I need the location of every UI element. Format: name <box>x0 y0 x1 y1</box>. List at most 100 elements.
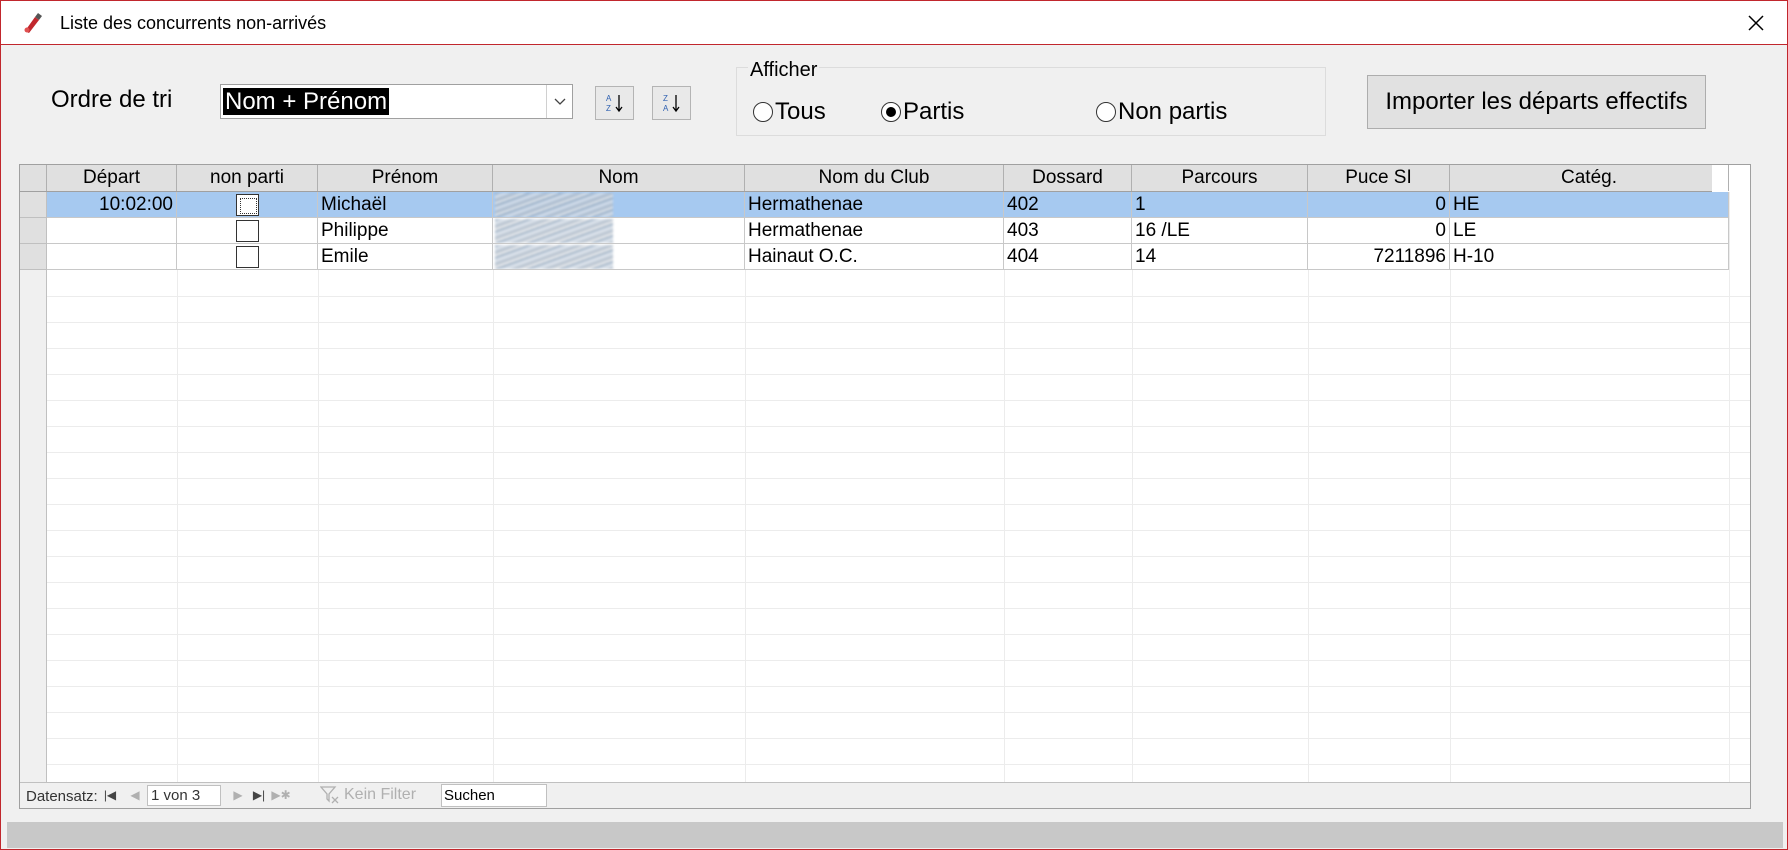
cell-prenom[interactable]: Emile <box>318 244 493 270</box>
column-header-depart[interactable]: Départ <box>47 165 177 191</box>
column-header-non-parti[interactable]: non parti <box>177 165 318 191</box>
grid-line <box>47 296 1750 297</box>
sort-order-label: Ordre de tri <box>51 86 173 113</box>
radio-tous[interactable]: Tous <box>753 98 826 126</box>
competitors-grid[interactable]: Départ non parti Prénom Nom Nom du Club … <box>19 164 1751 809</box>
cell-club[interactable]: Hainaut O.C. <box>745 244 1004 270</box>
cell-puce-si[interactable]: 0 <box>1308 218 1450 244</box>
table-row[interactable]: Philippe Hermathenae 403 16 /LE 0 LE <box>20 218 1729 244</box>
chevron-down-icon <box>554 98 565 105</box>
cell-parcours[interactable]: 14 <box>1132 244 1308 270</box>
grid-line <box>1132 192 1133 782</box>
table-row[interactable]: Emile Hainaut O.C. 404 14 7211896 H-10 <box>20 244 1729 270</box>
cell-nom[interactable] <box>493 244 745 270</box>
svg-text:A: A <box>606 94 612 103</box>
redacted-name <box>495 219 613 243</box>
close-button[interactable] <box>1739 7 1773 39</box>
cell-club[interactable]: Hermathenae <box>745 218 1004 244</box>
cell-categ[interactable]: H-10 <box>1450 244 1729 270</box>
radio-circle-icon <box>753 102 773 122</box>
column-header-club[interactable]: Nom du Club <box>745 165 1004 191</box>
grid-line <box>47 322 1750 323</box>
column-header-nom[interactable]: Nom <box>493 165 745 191</box>
column-header-puce-si[interactable]: Puce SI <box>1308 165 1450 191</box>
row-selector-column <box>20 192 47 782</box>
last-record-icon[interactable]: ▶| <box>252 787 266 803</box>
column-header-dossard[interactable]: Dossard <box>1004 165 1132 191</box>
column-header-prenom[interactable]: Prénom <box>318 165 493 191</box>
column-header-parcours[interactable]: Parcours <box>1132 165 1308 191</box>
new-record-icon[interactable]: ▶✱ <box>271 787 290 803</box>
filter-toggle[interactable]: Kein Filter <box>320 786 416 804</box>
previous-record-icon[interactable]: ◀ <box>128 787 142 803</box>
grid-line <box>47 426 1750 427</box>
cell-puce-si[interactable]: 0 <box>1308 192 1450 218</box>
cell-dossard[interactable]: 403 <box>1004 218 1132 244</box>
svg-text:Z: Z <box>606 104 611 113</box>
grid-line <box>177 192 178 782</box>
cell-parcours[interactable]: 1 <box>1132 192 1308 218</box>
grid-line <box>47 634 1750 635</box>
non-parti-checkbox[interactable] <box>236 220 259 242</box>
sort-ascending-button[interactable]: A Z <box>595 86 634 120</box>
grid-line <box>1004 192 1005 782</box>
grid-line <box>47 452 1750 453</box>
grid-header: Départ non parti Prénom Nom Nom du Club … <box>20 165 1729 192</box>
status-bar <box>7 822 1783 848</box>
cell-prenom[interactable]: Philippe <box>318 218 493 244</box>
search-input[interactable]: Suchen <box>441 784 547 807</box>
cell-categ[interactable]: LE <box>1450 218 1729 244</box>
app-logo-icon <box>21 11 45 35</box>
next-record-icon[interactable]: ▶ <box>231 787 245 803</box>
grid-line <box>47 556 1750 557</box>
cell-dossard[interactable]: 402 <box>1004 192 1132 218</box>
cell-non-parti[interactable] <box>177 244 318 270</box>
title-bar: Liste des concurrents non-arrivés <box>1 1 1787 45</box>
filter-icon <box>320 786 339 804</box>
record-navigator: Datensatz: |◀ ◀ 1 von 3 ▶ ▶| ▶✱ Kein Fil… <box>20 782 1750 808</box>
grid-line <box>493 192 494 782</box>
cell-non-parti[interactable] <box>177 218 318 244</box>
grid-line <box>47 504 1750 505</box>
grid-line <box>1450 192 1451 782</box>
cell-dossard[interactable]: 404 <box>1004 244 1132 270</box>
radio-checked-icon <box>881 102 901 122</box>
sort-order-combobox[interactable]: Nom + Prénom <box>220 84 573 119</box>
select-all-corner[interactable] <box>20 165 47 191</box>
dropdown-button[interactable] <box>546 85 572 118</box>
sort-order-value: Nom + Prénom <box>223 88 390 115</box>
cell-prenom[interactable]: Michaël <box>318 192 493 218</box>
cell-parcours[interactable]: 16 /LE <box>1132 218 1308 244</box>
record-position-field[interactable]: 1 von 3 <box>147 785 221 806</box>
cell-categ[interactable]: HE <box>1450 192 1729 218</box>
grid-line <box>47 400 1750 401</box>
non-parti-checkbox[interactable] <box>236 246 259 268</box>
sort-descending-button[interactable]: Z A <box>652 86 691 120</box>
radio-circle-icon <box>1096 102 1116 122</box>
table-row[interactable]: 10:02:00 Michaël Hermathenae 402 1 0 HE <box>20 192 1729 218</box>
radio-partis[interactable]: Partis <box>881 98 964 126</box>
row-selector[interactable] <box>20 244 47 270</box>
grid-line <box>47 660 1750 661</box>
grid-line <box>745 192 746 782</box>
cell-nom[interactable] <box>493 192 745 218</box>
redacted-name <box>495 245 613 269</box>
cell-depart[interactable]: 10:02:00 <box>47 192 177 218</box>
row-selector[interactable] <box>20 192 47 218</box>
grid-line <box>318 192 319 782</box>
cell-non-parti[interactable] <box>177 192 318 218</box>
cell-puce-si[interactable]: 7211896 <box>1308 244 1450 270</box>
grid-line <box>47 582 1750 583</box>
row-selector[interactable] <box>20 218 47 244</box>
cell-nom[interactable] <box>493 218 745 244</box>
column-header-categ[interactable]: Catég. <box>1450 165 1729 191</box>
cell-depart[interactable] <box>47 244 177 270</box>
grid-line <box>1729 192 1730 782</box>
import-departures-button[interactable]: Importer les départs effectifs <box>1367 75 1706 129</box>
cell-depart[interactable] <box>47 218 177 244</box>
first-record-icon[interactable]: |◀ <box>103 787 117 803</box>
radio-non-partis[interactable]: Non partis <box>1096 98 1227 126</box>
grid-line <box>47 348 1750 349</box>
cell-club[interactable]: Hermathenae <box>745 192 1004 218</box>
non-parti-checkbox[interactable] <box>236 194 259 216</box>
